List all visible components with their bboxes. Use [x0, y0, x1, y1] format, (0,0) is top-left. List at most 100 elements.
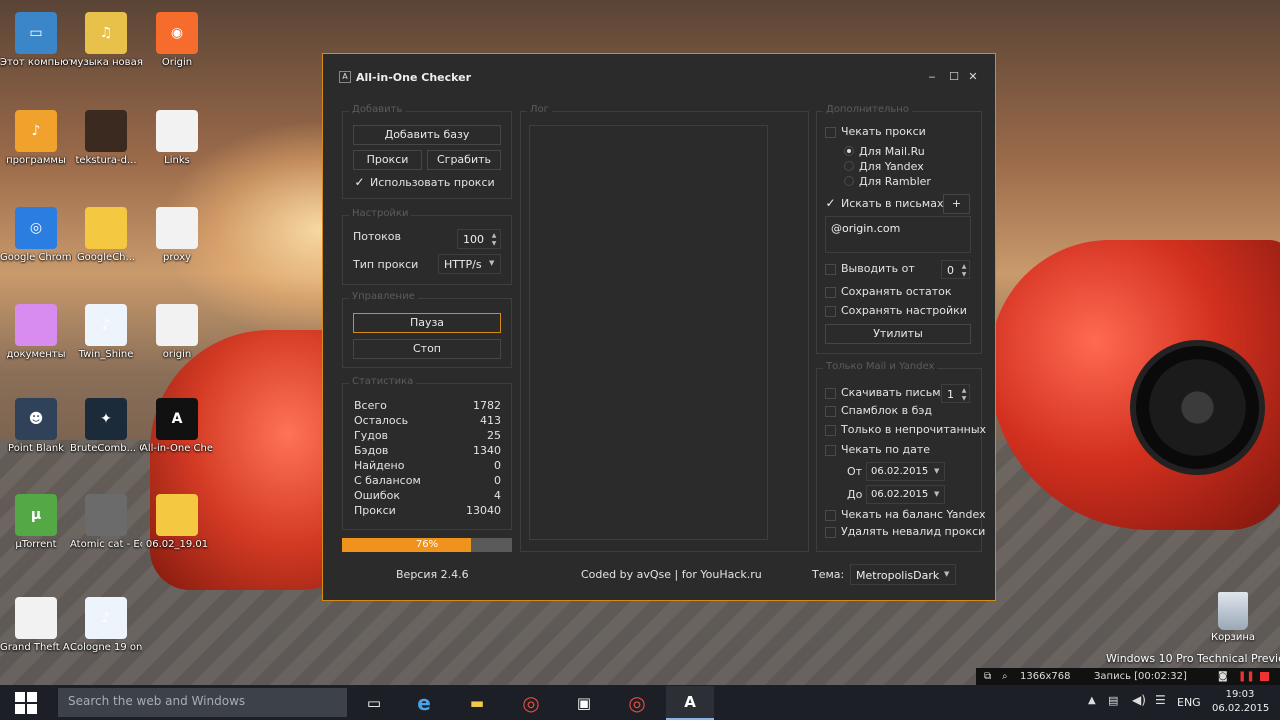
resize-icon[interactable]: ⧉: [984, 668, 991, 685]
desktop-icon[interactable]: документы: [0, 304, 72, 361]
desktop-icon[interactable]: Links: [141, 110, 213, 167]
file-explorer-icon[interactable]: ▬: [453, 686, 501, 720]
use-proxy-checkbox[interactable]: ✓: [354, 176, 365, 189]
camera-icon[interactable]: ◙: [1218, 668, 1228, 685]
desktop-icon[interactable]: ◎ Google Chrome: [0, 207, 72, 264]
date-to-picker[interactable]: 06.02.2015 ▼: [866, 485, 945, 504]
threads-input[interactable]: 100 ▲ ▼: [457, 229, 501, 249]
start-button[interactable]: [0, 685, 52, 720]
window-title: All-in-One Checker: [356, 71, 472, 84]
add-base-button[interactable]: Добавить базу: [353, 125, 501, 145]
check-balance-yandex-checkbox[interactable]: [825, 510, 836, 521]
letters-stepper-down-icon[interactable]: ▼: [959, 395, 969, 402]
pause-record-icon[interactable]: ❚❚: [1238, 668, 1255, 685]
desktop-app-icon: [156, 110, 198, 152]
threads-stepper-up-icon[interactable]: ▲: [489, 232, 499, 239]
date-from-picker[interactable]: 06.02.2015 ▼: [866, 462, 945, 481]
threads-label: Потоков: [353, 230, 401, 243]
recorder-bar: ⧉ ⌕ 1366x768 Запись [00:02:32] ◙ ❚❚: [976, 668, 1280, 685]
stop-button[interactable]: Стоп: [353, 339, 501, 359]
language-indicator[interactable]: ENG: [1177, 696, 1201, 709]
recycle-bin[interactable]: Корзина: [1200, 592, 1266, 643]
unread-only-checkbox[interactable]: [825, 425, 836, 436]
check-by-date-checkbox[interactable]: [825, 445, 836, 456]
desktop-icon[interactable]: Grand Theft Auto IV: [0, 597, 72, 654]
log-output[interactable]: [529, 125, 768, 540]
maximize-button[interactable]: ☐: [947, 70, 961, 84]
add-group-title: Добавить: [349, 104, 406, 115]
desktop-icon[interactable]: proxy: [141, 207, 213, 264]
output-from-checkbox[interactable]: [825, 264, 836, 275]
desktop-icon[interactable]: µ µTorrent: [0, 494, 72, 551]
add-search-button[interactable]: +: [943, 194, 970, 214]
desktop-icon[interactable]: ♫ музыка новая: [70, 12, 142, 69]
theme-select[interactable]: MetropolisDark ▼: [850, 564, 956, 585]
utilities-button[interactable]: Утилиты: [825, 324, 971, 344]
desktop-icon[interactable]: ♪ программы: [0, 110, 72, 167]
log-group-title: Лог: [527, 104, 552, 115]
checker-taskbar-icon[interactable]: A: [666, 686, 714, 720]
chrome-icon[interactable]: ◎: [507, 686, 555, 720]
desktop-icon[interactable]: 06.02_19.01: [141, 494, 213, 551]
desktop-icon[interactable]: origin: [141, 304, 213, 361]
network-icon[interactable]: ▤: [1108, 694, 1118, 707]
tray-up-icon[interactable]: ▲: [1088, 695, 1096, 706]
taskbar-search[interactable]: Search the web and Windows: [58, 688, 347, 717]
save-settings-checkbox[interactable]: [825, 306, 836, 317]
output-stepper-down-icon[interactable]: ▼: [959, 271, 969, 278]
search-in-mail-checkbox[interactable]: ✓: [825, 197, 836, 210]
desktop-icon-label: µTorrent: [15, 539, 57, 550]
stat-value: 13040: [466, 504, 501, 517]
desktop-icon[interactable]: ✦ BruteComb... Cracked: [70, 398, 142, 455]
volume-icon[interactable]: ◀): [1132, 693, 1146, 707]
chrome-icon-2[interactable]: ◎: [613, 686, 661, 720]
download-letters-checkbox[interactable]: [825, 388, 836, 399]
stop-record-icon[interactable]: [1260, 672, 1269, 681]
desktop-icon[interactable]: tekstura-d...: [70, 110, 142, 167]
threads-stepper-down-icon[interactable]: ▼: [489, 240, 499, 247]
output-stepper-up-icon[interactable]: ▲: [959, 263, 969, 270]
minimize-button[interactable]: ‒: [925, 70, 939, 84]
stat-label: Прокси: [354, 504, 396, 517]
radio-rambler[interactable]: [844, 176, 854, 186]
spamblock-checkbox[interactable]: [825, 406, 836, 417]
desktop-icon[interactable]: ☻ Point Blank: [0, 398, 72, 455]
radio-yandex[interactable]: [844, 161, 854, 171]
proxy-type-select[interactable]: HTTP/s ▼: [438, 254, 501, 274]
desktop-icon[interactable]: ♪ Cologne 19 online aud...: [70, 597, 142, 654]
output-from-input[interactable]: 0 ▲ ▼: [941, 260, 970, 279]
desktop-app-icon: [156, 207, 198, 249]
grab-button[interactable]: Сграбить: [427, 150, 501, 170]
date-to-value: 06.02.2015: [871, 489, 929, 500]
zoom-icon[interactable]: ⌕: [1002, 668, 1008, 685]
close-button[interactable]: ✕: [966, 70, 980, 84]
desktop-icon[interactable]: Atomic cat - Echoes of ...: [70, 494, 142, 551]
delete-invalid-proxy-checkbox[interactable]: [825, 527, 836, 538]
download-letters-input[interactable]: 1 ▲ ▼: [941, 384, 970, 403]
store-icon[interactable]: ▣: [560, 686, 608, 720]
theme-value: MetropolisDark: [856, 569, 940, 582]
desktop-icon[interactable]: ♪ Twin_Shine: [70, 304, 142, 361]
radio-mailru[interactable]: [844, 146, 854, 156]
desktop-icon-label: proxy: [163, 252, 191, 263]
desktop-icon[interactable]: ▭ Этот компьюте...: [0, 12, 72, 69]
desktop-icon[interactable]: A All-in-One Checker v...: [141, 398, 213, 455]
save-rest-checkbox[interactable]: [825, 287, 836, 298]
desktop-icon[interactable]: GoogleCh...: [70, 207, 142, 264]
proxy-button[interactable]: Прокси: [353, 150, 422, 170]
desktop-app-icon: ▭: [15, 12, 57, 54]
desktop-icon-label: BruteComb... Cracked: [70, 443, 142, 454]
ie-icon[interactable]: e: [400, 686, 448, 720]
task-view-icon[interactable]: ▭: [350, 686, 398, 720]
action-center-icon[interactable]: ☰: [1155, 693, 1166, 707]
desktop-icon-label: программы: [6, 155, 66, 166]
letters-stepper-up-icon[interactable]: ▲: [959, 387, 969, 394]
search-text-area[interactable]: @origin.com: [825, 216, 971, 253]
output-from-label: Выводить от: [841, 262, 915, 275]
clock[interactable]: 19:03 06.02.2015: [1212, 688, 1269, 716]
desktop-app-icon: [156, 304, 198, 346]
check-proxy-checkbox[interactable]: [825, 127, 836, 138]
date-from-label: От: [847, 465, 863, 478]
desktop-icon[interactable]: ◉ Origin: [141, 12, 213, 69]
pause-button[interactable]: Пауза: [353, 313, 501, 333]
